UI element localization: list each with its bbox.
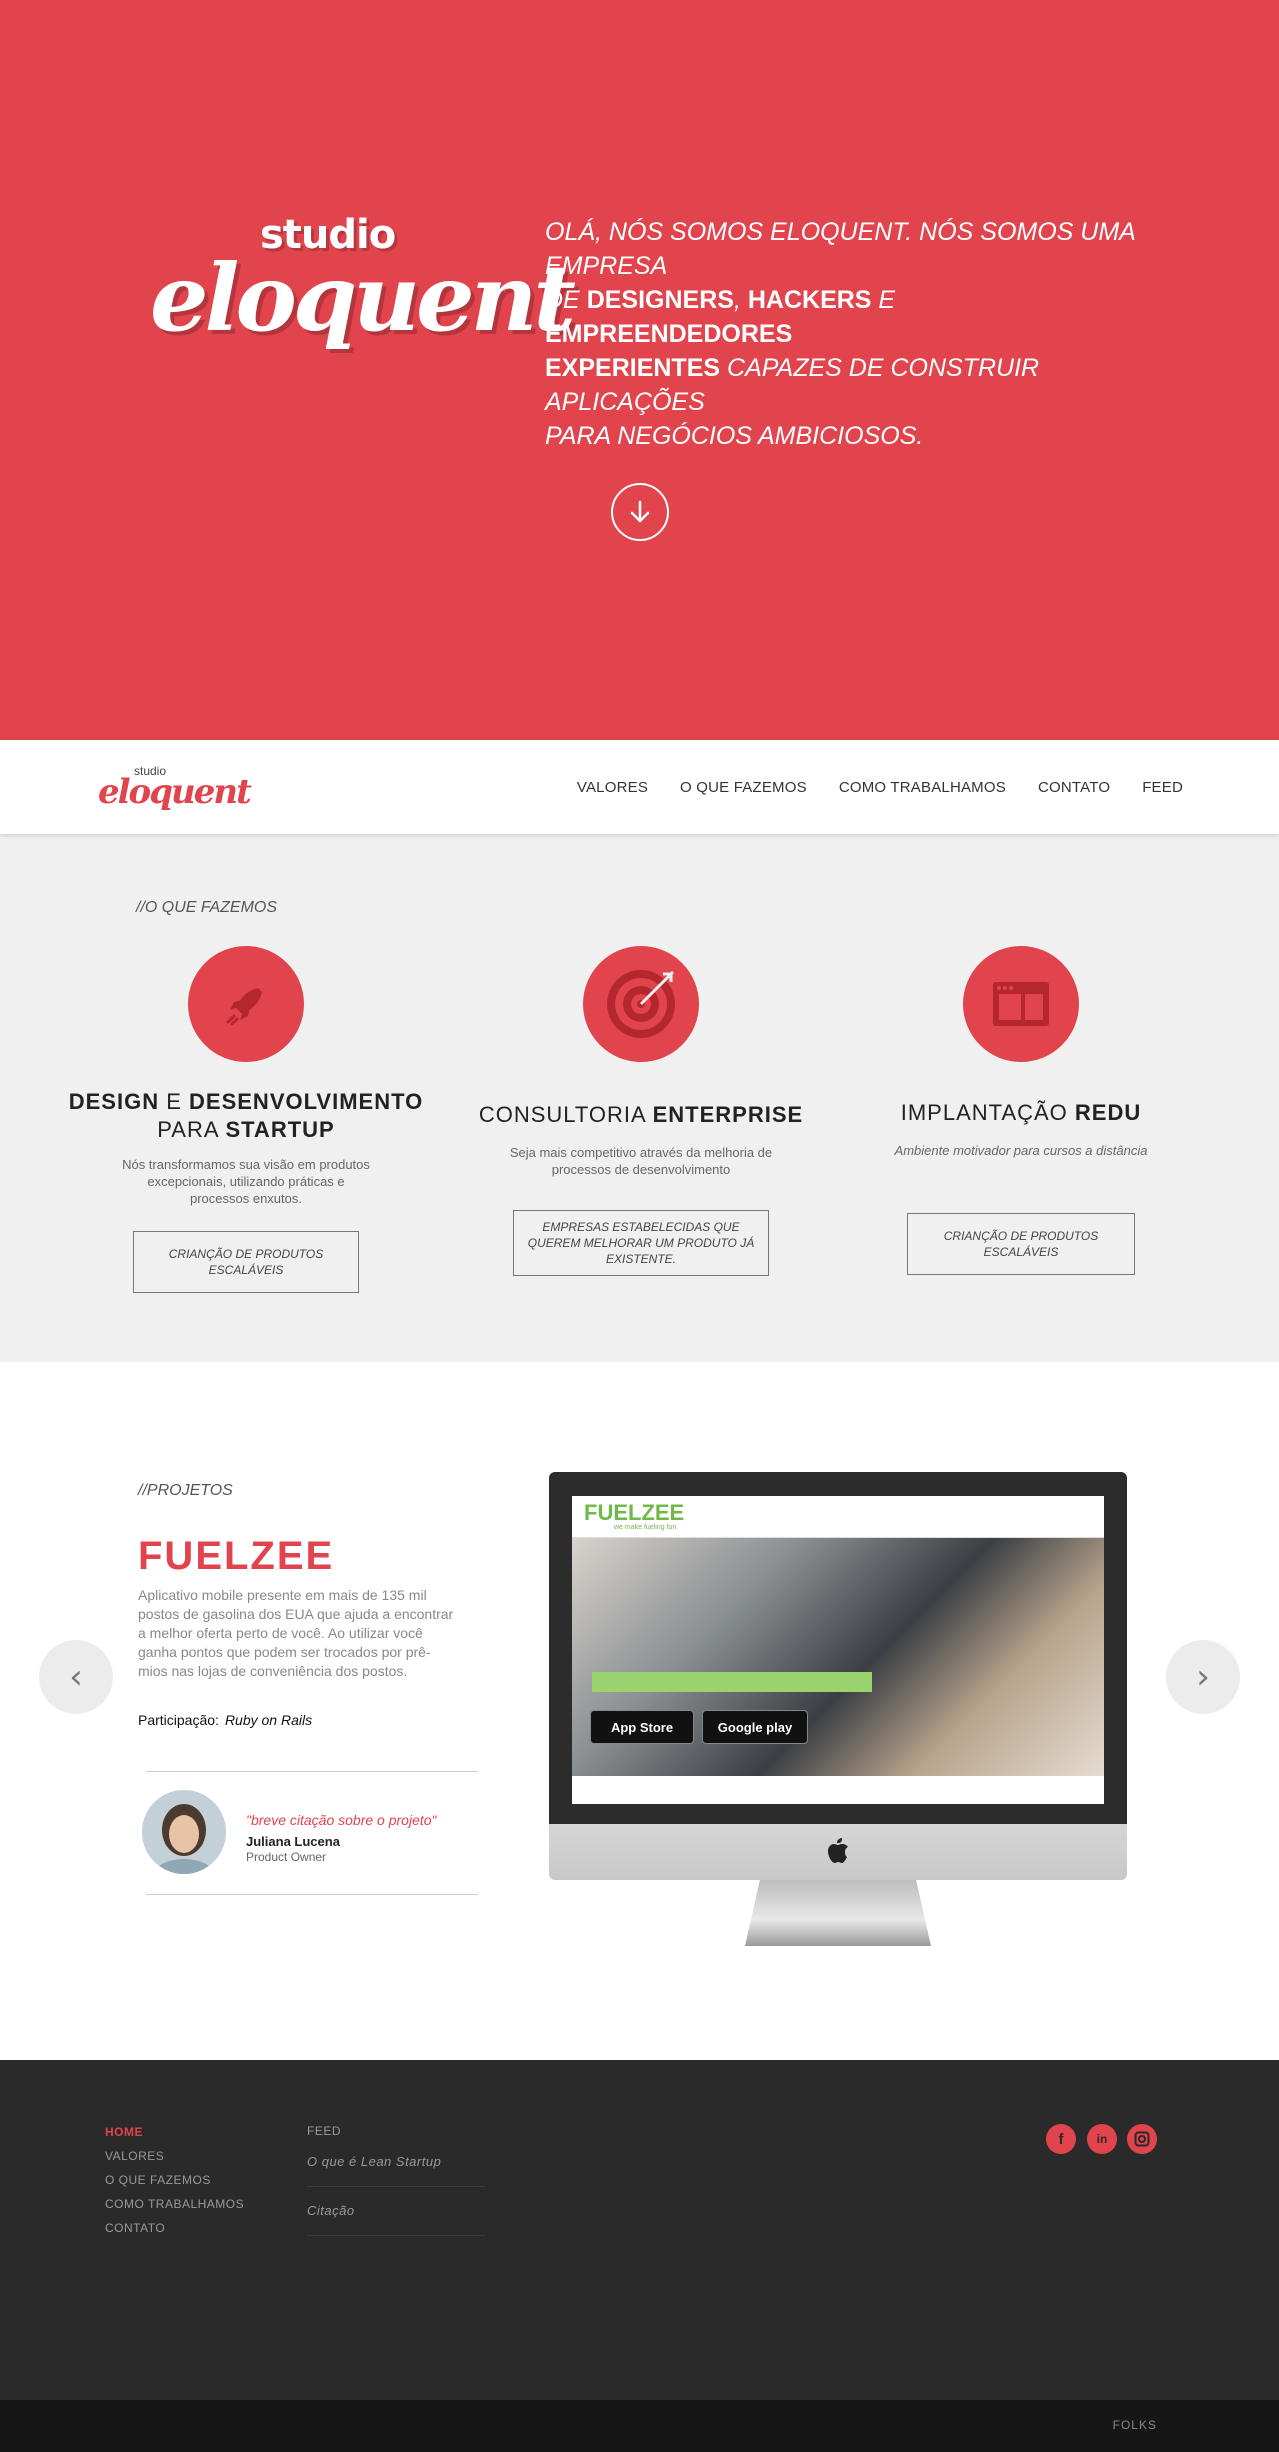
- monitor-screen: FUELZEE we make fueling fun App Store Go…: [572, 1496, 1104, 1804]
- bottom-bar: FOLKS: [0, 2400, 1279, 2452]
- footer-link-contato[interactable]: CONTATO: [105, 2216, 244, 2240]
- main-nav: studio eloquent VALORES O QUE FAZEMOS CO…: [0, 740, 1279, 834]
- footer-link-como-trabalhamos[interactable]: COMO TRABALHAMOS: [105, 2192, 244, 2216]
- hero-logo: studio eloquent: [150, 212, 576, 382]
- project-desc: Aplicativo mobile presente em mais de 13…: [138, 1587, 454, 1679]
- project-quote: "breve citação sobre o projeto" Juliana …: [142, 1771, 478, 1895]
- service-button[interactable]: CRIANÇÃO DE PRODUTOS ESCALÁVEIS: [907, 1213, 1135, 1275]
- fuelzee-photo: App Store Google play: [572, 1538, 1104, 1776]
- service-title: IMPLANTAÇÃO REDU: [841, 1100, 1201, 1126]
- nav-link-como-trabalhamos[interactable]: COMO TRABALHAMOS: [839, 779, 1006, 796]
- projects-section: //PROJETOS FUELZEE Aplicativo mobile pre…: [0, 1362, 1279, 2060]
- instagram-icon[interactable]: [1127, 2124, 1157, 2154]
- nav-logo-big: eloquent: [98, 772, 252, 812]
- nav-logo[interactable]: studio eloquent: [98, 764, 252, 814]
- service-title-bold: DESENVOLVIMENTO: [189, 1089, 424, 1114]
- chevron-right-icon[interactable]: ›: [1166, 1640, 1240, 1714]
- project-title: FUELZEE: [138, 1534, 335, 1578]
- nav-link-contato[interactable]: CONTATO: [1038, 779, 1110, 796]
- tagline-text: E: [871, 286, 896, 314]
- section-label: //PROJETOS: [138, 1482, 233, 1499]
- service-startup: DESIGN E DESENVOLVIMENTO PARA STARTUP Nó…: [66, 946, 426, 1293]
- footer-menu: HOME VALORES O QUE FAZEMOS COMO TRABALHA…: [105, 2120, 244, 2240]
- hero-logo-big: eloquent: [150, 244, 576, 352]
- service-enterprise: CONSULTORIA ENTERPRISE Seja mais competi…: [461, 946, 821, 1276]
- browser-window-icon: [963, 946, 1079, 1062]
- quote-author-role: Product Owner: [246, 1850, 327, 1864]
- service-title-bold: STARTUP: [225, 1117, 335, 1142]
- feed-item[interactable]: O que é Lean Startup: [307, 2138, 485, 2187]
- services-section: //O QUE FAZEMOS DESIGN E DESENVOLVIMENTO…: [0, 834, 1279, 1362]
- service-title-text: PARA: [157, 1117, 226, 1142]
- apple-icon: [828, 1838, 848, 1863]
- service-title-text: IMPLANTAÇÃO: [900, 1100, 1075, 1125]
- chevron-left-icon[interactable]: ‹: [39, 1640, 113, 1714]
- nav-link-o-que-fazemos[interactable]: O QUE FAZEMOS: [680, 779, 807, 796]
- service-desc: Seja mais competitivo através da melhori…: [509, 1145, 773, 1177]
- participation-label: Participação:: [138, 1712, 219, 1728]
- service-button[interactable]: CRIANÇÃO DE PRODUTOS ESCALÁVEIS: [133, 1231, 359, 1293]
- footer-feed: FEED O que é Lean Startup Citação: [307, 2124, 485, 2236]
- nav-link-feed[interactable]: FEED: [1142, 779, 1183, 796]
- fuelzee-tagline: we make fueling fun: [614, 1524, 677, 1531]
- feed-item[interactable]: Citação: [307, 2187, 485, 2236]
- fuelzee-header: FUELZEE we make fueling fun: [572, 1496, 1104, 1538]
- app-store-badge: App Store: [590, 1710, 694, 1744]
- section-label: //O QUE FAZEMOS: [136, 899, 278, 916]
- google-play-badge: Google play: [702, 1710, 808, 1744]
- service-desc: Ambiente motivador para cursos a distânc…: [894, 1143, 1148, 1158]
- service-title: DESIGN E DESENVOLVIMENTO PARA STARTUP: [66, 1088, 426, 1144]
- tagline-bold: EXPERIENTES: [545, 354, 721, 382]
- nav-link-valores[interactable]: VALORES: [577, 779, 648, 796]
- fuelzee-footer: [572, 1776, 1104, 1804]
- tagline-line-3: EXPERIENTES CAPAZES DE CONSTRUIR APLICAÇ…: [545, 351, 1145, 419]
- service-desc: Nós transformamos sua visão em produtos …: [122, 1157, 370, 1206]
- tagline-bold: EMPREENDEDORES: [545, 320, 793, 348]
- facebook-icon[interactable]: f: [1046, 2124, 1076, 2154]
- quote-text: "breve citação sobre o projeto": [246, 1812, 437, 1828]
- service-title-text: E: [159, 1089, 190, 1114]
- participation-value: Ruby on Rails: [224, 1712, 313, 1728]
- footer-link-home[interactable]: HOME: [105, 2120, 244, 2144]
- tagline-line-4: PARA NEGÓCIOS AMBICIOSOS.: [545, 422, 924, 450]
- monitor-chin: [549, 1824, 1127, 1880]
- footer-link-o-que-fazemos[interactable]: O QUE FAZEMOS: [105, 2168, 244, 2192]
- project-participation: Participação: Ruby on Rails: [138, 1712, 312, 1728]
- tagline-bold: DESIGNERS: [586, 286, 734, 314]
- hero-section: studio eloquent OLÁ, NÓS SOMOS ELOQUENT.…: [0, 0, 1279, 740]
- rocket-icon: [188, 946, 304, 1062]
- arrow-down-circle-icon[interactable]: [611, 483, 669, 541]
- avatar: [142, 1790, 226, 1874]
- tagline-line-2: DE DESIGNERS, HACKERS E EMPREENDEDORES: [545, 283, 1145, 351]
- tagline-bold: HACKERS: [747, 286, 872, 314]
- fuelzee-green-bar: [592, 1672, 872, 1692]
- tagline-line-1: OLÁ, NÓS SOMOS ELOQUENT. NÓS SOMOS UMA E…: [545, 218, 1135, 280]
- monitor-stand: [745, 1880, 931, 1946]
- linkedin-icon[interactable]: in: [1087, 2124, 1117, 2154]
- nav-links: VALORES O QUE FAZEMOS COMO TRABALHAMOS C…: [577, 740, 1183, 834]
- service-title: CONSULTORIA ENTERPRISE: [461, 1102, 821, 1128]
- service-title-bold: REDU: [1074, 1100, 1142, 1125]
- service-title-bold: DESIGN: [68, 1089, 160, 1114]
- fuelzee-logo: FUELZEE: [584, 1500, 685, 1525]
- hero-tagline: OLÁ, NÓS SOMOS ELOQUENT. NÓS SOMOS UMA E…: [545, 215, 1145, 453]
- bottom-bar-label: FOLKS: [1112, 2418, 1157, 2432]
- tagline-text: ,: [733, 286, 748, 314]
- tagline-text: DE: [545, 286, 587, 314]
- feed-heading: FEED: [307, 2124, 342, 2138]
- service-title-text: CONSULTORIA: [478, 1102, 653, 1127]
- service-title-bold: ENTERPRISE: [652, 1102, 804, 1127]
- footer-link-valores[interactable]: VALORES: [105, 2144, 244, 2168]
- service-button[interactable]: EMPRESAS ESTABELECIDAS QUE QUEREM MELHOR…: [513, 1210, 769, 1276]
- footer: HOME VALORES O QUE FAZEMOS COMO TRABALHA…: [0, 2060, 1279, 2400]
- project-monitor-image: FUELZEE we make fueling fun App Store Go…: [549, 1472, 1127, 1946]
- service-redu: IMPLANTAÇÃO REDU Ambiente motivador para…: [841, 946, 1201, 1275]
- target-icon: [583, 946, 699, 1062]
- quote-author-name: Juliana Lucena: [246, 1834, 340, 1849]
